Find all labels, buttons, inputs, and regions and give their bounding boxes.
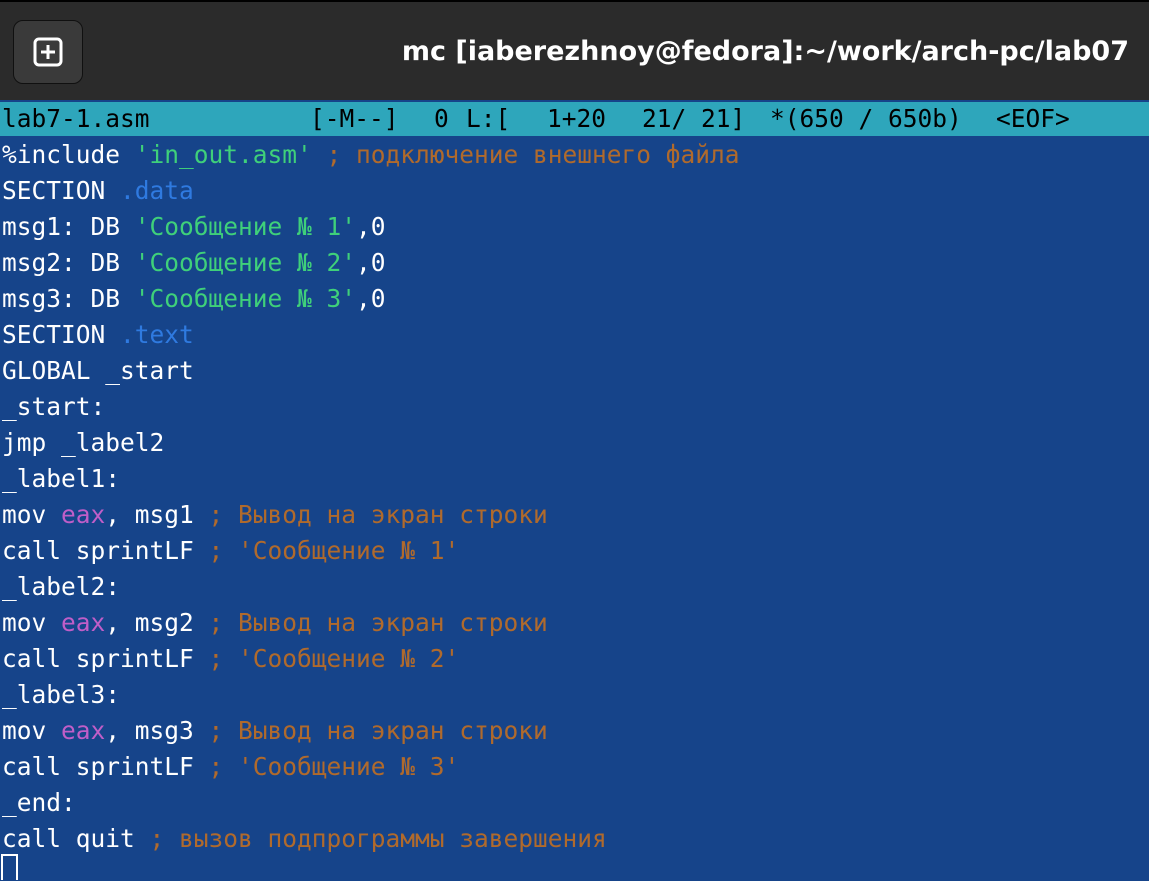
code-token: %include bbox=[2, 140, 135, 169]
code-token: _end: bbox=[2, 788, 76, 817]
terminal-window: mc [iaberezhnoy@fedora]:~/work/arch-pc/l… bbox=[0, 0, 1149, 881]
code-token: ; 'Сообщение № 1' bbox=[193, 536, 460, 565]
code-token: SECTION bbox=[2, 320, 121, 349]
code-token: ; вызов подпрограммы завершения bbox=[134, 824, 607, 853]
code-line[interactable]: mov eax, msg1 ; Вывод на экран строки bbox=[0, 497, 1149, 533]
code-token: _label1: bbox=[2, 464, 121, 493]
status-eof: <EOF> bbox=[996, 104, 1070, 133]
code-token: , msg3 bbox=[105, 716, 194, 745]
text-cursor bbox=[1, 854, 18, 880]
code-line[interactable]: msg3: DB 'Сообщение № 3',0 bbox=[0, 281, 1149, 317]
code-token: msg2: DB bbox=[2, 248, 135, 277]
code-line[interactable]: jmp _label2 bbox=[0, 425, 1149, 461]
code-line[interactable]: SECTION .data bbox=[0, 173, 1149, 209]
code-line[interactable]: %include 'in_out.asm' ; подключение внеш… bbox=[0, 137, 1149, 173]
code-token: msg3: DB bbox=[2, 284, 135, 313]
new-tab-button[interactable] bbox=[13, 20, 83, 84]
code-line[interactable]: _label1: bbox=[0, 461, 1149, 497]
code-token: ; подключение внешнего файла bbox=[311, 140, 740, 169]
code-line[interactable]: _label3: bbox=[0, 677, 1149, 713]
code-line[interactable]: _end: bbox=[0, 785, 1149, 821]
code-token: msg1: DB bbox=[2, 212, 135, 241]
code-token: eax bbox=[61, 608, 106, 637]
code-token: .data bbox=[120, 176, 194, 205]
code-token: eax bbox=[61, 500, 106, 529]
code-token: _label2: bbox=[2, 572, 121, 601]
status-flags: [-M--] bbox=[310, 104, 399, 133]
code-token: ,0 bbox=[356, 284, 386, 313]
code-line[interactable]: call sprintLF ; 'Сообщение № 2' bbox=[0, 641, 1149, 677]
code-token: ,0 bbox=[356, 212, 386, 241]
code-line[interactable]: _label2: bbox=[0, 569, 1149, 605]
mcedit-editor[interactable]: lab7-1.asm [-M--] 0 L:[ 1+20 21/ 21] *(6… bbox=[0, 100, 1149, 881]
code-token: call sprintLF bbox=[2, 644, 194, 673]
code-line[interactable]: msg2: DB 'Сообщение № 2',0 bbox=[0, 245, 1149, 281]
code-token: ; 'Сообщение № 2' bbox=[193, 644, 460, 673]
code-token: ; Вывод на экран строки bbox=[193, 608, 548, 637]
code-token: , msg1 bbox=[105, 500, 194, 529]
code-token: mov bbox=[2, 716, 62, 745]
code-token: ,0 bbox=[356, 248, 386, 277]
code-line[interactable]: GLOBAL _start bbox=[0, 353, 1149, 389]
title-bar: mc [iaberezhnoy@fedora]:~/work/arch-pc/l… bbox=[0, 0, 1149, 100]
code-token: SECTION bbox=[2, 176, 121, 205]
plus-in-square-icon bbox=[33, 37, 63, 67]
status-line-position: 1+20 bbox=[547, 104, 607, 133]
code-token: eax bbox=[61, 716, 106, 745]
code-token: 'Сообщение № 1' bbox=[134, 212, 357, 241]
code-token: ; Вывод на экран строки bbox=[193, 716, 548, 745]
status-filename: lab7-1.asm bbox=[2, 104, 150, 133]
status-line-label: L:[ bbox=[466, 104, 511, 133]
code-token: 'Сообщение № 2' bbox=[134, 248, 357, 277]
code-token: .text bbox=[120, 320, 194, 349]
code-line[interactable]: call sprintLF ; 'Сообщение № 3' bbox=[0, 749, 1149, 785]
window-title: mc [iaberezhnoy@fedora]:~/work/arch-pc/l… bbox=[401, 36, 1129, 67]
code-token: mov bbox=[2, 608, 62, 637]
code-token: ; 'Сообщение № 3' bbox=[193, 752, 460, 781]
code-token: mov bbox=[2, 500, 62, 529]
code-line[interactable]: msg1: DB 'Сообщение № 1',0 bbox=[0, 209, 1149, 245]
editor-status-bar: lab7-1.asm [-M--] 0 L:[ 1+20 21/ 21] *(6… bbox=[0, 102, 1149, 136]
code-token: GLOBAL _start bbox=[2, 356, 194, 385]
code-token: call sprintLF bbox=[2, 752, 194, 781]
code-line[interactable]: call quit ; вызов подпрограммы завершени… bbox=[0, 821, 1149, 857]
code-token: , msg2 bbox=[105, 608, 194, 637]
code-token: ; Вывод на экран строки bbox=[193, 500, 548, 529]
status-bytes: *(650 / 650b) bbox=[770, 104, 962, 133]
code-token: 'Сообщение № 3' bbox=[134, 284, 357, 313]
code-token: call quit bbox=[2, 824, 135, 853]
code-area[interactable]: %include 'in_out.asm' ; подключение внеш… bbox=[0, 137, 1149, 857]
code-line[interactable]: mov eax, msg3 ; Вывод на экран строки bbox=[0, 713, 1149, 749]
code-token: _label3: bbox=[2, 680, 121, 709]
code-line[interactable]: call sprintLF ; 'Сообщение № 1' bbox=[0, 533, 1149, 569]
code-line[interactable]: SECTION .text bbox=[0, 317, 1149, 353]
code-token: _start: bbox=[2, 392, 106, 421]
code-token: 'in_out.asm' bbox=[134, 140, 312, 169]
status-line-total: 21/ 21] bbox=[642, 104, 746, 133]
code-token: jmp _label2 bbox=[2, 428, 165, 457]
code-line[interactable]: mov eax, msg2 ; Вывод на экран строки bbox=[0, 605, 1149, 641]
code-token: call sprintLF bbox=[2, 536, 194, 565]
code-line[interactable]: _start: bbox=[0, 389, 1149, 425]
status-column: 0 bbox=[434, 104, 449, 133]
